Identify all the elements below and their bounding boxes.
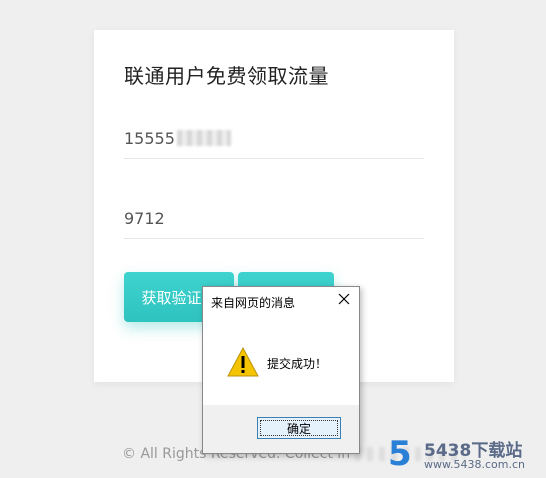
dialog-footer: 确定 <box>203 405 359 453</box>
watermark-url: www.5438.com.cn <box>424 458 525 471</box>
page-title: 联通用户免费领取流量 <box>124 64 329 88</box>
phone-value: 15555 <box>124 128 175 148</box>
phone-input[interactable]: 15555 <box>124 118 424 159</box>
dialog-title: 来自网页的消息 <box>211 296 296 310</box>
ok-button[interactable]: 确定 <box>257 417 341 439</box>
watermark-logo-icon: 5 <box>388 434 412 474</box>
site-watermark: 5 5438下载站 www.5438.com.cn <box>388 436 546 472</box>
alert-dialog: 来自网页的消息 提交成功！ 确定 <box>202 286 360 454</box>
warning-icon <box>227 346 259 377</box>
close-icon[interactable] <box>335 290 353 308</box>
redacted-digits <box>176 130 231 146</box>
code-value: 9712 <box>124 208 165 228</box>
dialog-message: 提交成功！ <box>267 357 328 371</box>
verification-code-input[interactable]: 9712 <box>124 198 424 239</box>
